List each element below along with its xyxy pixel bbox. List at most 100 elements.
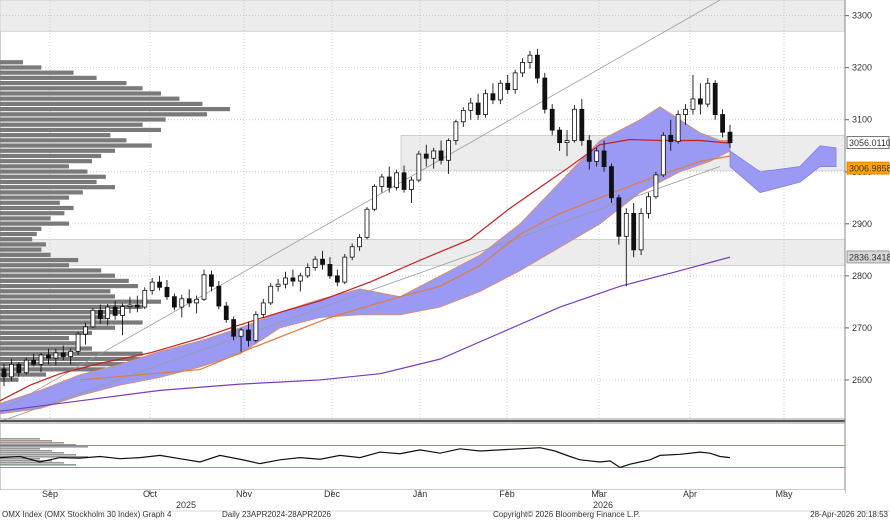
candle-body: [727, 131, 733, 144]
candle-body: [60, 352, 66, 357]
candle-body: [379, 176, 385, 187]
candle-body: [327, 264, 333, 277]
candle-body: [646, 196, 651, 214]
volume-profile-bar: [0, 257, 79, 263]
volume-profile-bar: [0, 122, 143, 127]
volume-profile-bar: [0, 80, 127, 86]
rsi-profile-bar: [0, 462, 64, 464]
candle-body: [157, 281, 162, 288]
y-tick-label: 3200: [852, 63, 872, 73]
volume-profile-bar: [0, 211, 65, 216]
candle-body: [579, 108, 585, 141]
candle-body: [349, 246, 355, 258]
candle-body: [616, 197, 622, 237]
candle-body: [720, 114, 725, 133]
candle-body: [468, 102, 474, 111]
shaded-zone: [0, 239, 846, 266]
time-axis: Sep Oct Nov Dec Jan Feb Mar Apr May 2025 2026: [0, 489, 890, 512]
candle-body: [334, 275, 340, 283]
candle-body: [142, 290, 148, 308]
volume-profile-bar: [0, 252, 51, 257]
volume-profile-bar: [0, 377, 19, 382]
volume-profile-bar: [0, 341, 79, 346]
rsi-profile-bar: [0, 458, 40, 460]
price-panel: [0, 0, 846, 422]
omx-chart: 10050047.8251 33003200310030002900280027…: [0, 0, 890, 519]
candle-body: [1, 368, 7, 378]
candle-body: [46, 354, 51, 359]
year-label: 2025: [176, 500, 196, 510]
candle-body: [120, 306, 125, 316]
candle-body: [520, 62, 525, 74]
candle-body: [164, 286, 170, 298]
y-tick-label: 2800: [852, 271, 872, 281]
rsi-profile-bar: [0, 452, 64, 454]
candle-body: [253, 313, 259, 341]
rsi-profile-bar: [0, 442, 64, 444]
y-axis: 330032003100300029002800270026003056.011…: [844, 0, 890, 493]
footer-timestamp: 28-Apr-2026 20:18:53: [810, 510, 888, 519]
volume-profile-bar: [0, 75, 97, 80]
candle-body: [542, 77, 548, 110]
volume-profile-bar: [0, 242, 46, 247]
month-label: Dec: [324, 489, 341, 499]
candle-body: [53, 352, 59, 359]
year-label: 2026: [593, 500, 613, 510]
volume-profile-bar: [0, 195, 69, 200]
candle-body: [83, 326, 88, 335]
candle-body: [134, 304, 140, 308]
volume-profile-bar: [0, 231, 37, 237]
volume-profile-bar: [0, 185, 115, 190]
candle-body: [564, 140, 570, 144]
rsi-profile-bar: [0, 448, 40, 450]
candle-body: [401, 172, 407, 190]
rsi-panel: 10050047.8251: [0, 420, 888, 491]
candle-body: [594, 150, 600, 162]
volume-profile-bar: [0, 107, 230, 112]
volume-profile-bar: [0, 263, 69, 268]
volume-profile-bar: [0, 226, 42, 231]
volume-profile-bar: [0, 133, 111, 138]
candle-body: [423, 153, 429, 159]
candle-body: [201, 274, 207, 300]
candle-body: [90, 309, 96, 328]
volume-profile-bar: [0, 169, 88, 174]
candle-body: [149, 281, 155, 291]
candle-body: [572, 108, 577, 141]
volume-profile-bar: [0, 289, 111, 294]
volume-profile-bar: [0, 268, 102, 273]
volume-profile-bar: [0, 148, 115, 153]
candle-body: [497, 82, 503, 101]
y-tick-label: 3300: [852, 11, 872, 21]
candle-body: [364, 208, 370, 238]
candle-body: [453, 121, 459, 141]
candle-body: [38, 354, 44, 365]
candle-body: [446, 140, 451, 161]
volume-profile-bar: [0, 216, 51, 221]
candle-body: [683, 108, 688, 115]
volume-profile-bar: [0, 153, 102, 159]
candle-body: [527, 54, 533, 63]
candle-body: [320, 258, 325, 265]
volume-profile-bar: [0, 294, 115, 299]
rsi-profile-bar: [0, 464, 76, 466]
month-label: Sep: [42, 489, 58, 499]
month-label: Apr: [683, 489, 697, 499]
candle-body: [431, 150, 437, 159]
candle-body: [490, 93, 496, 101]
candle-body: [623, 213, 629, 237]
volume-profile-bar: [0, 247, 42, 252]
y-axis-bg: [845, 0, 890, 493]
volume-profile-bar: [0, 112, 207, 117]
volume-profile-bar: [0, 237, 33, 242]
candle-body: [409, 179, 414, 190]
candle-body: [283, 277, 288, 285]
volume-profile-bar: [0, 91, 161, 96]
volume-profile-bar: [0, 138, 127, 143]
candle-body: [127, 304, 133, 307]
volume-profile-bar: [0, 283, 138, 289]
candle-body: [186, 298, 192, 304]
candle-body: [712, 82, 718, 115]
candle-body: [483, 93, 488, 115]
candle-body: [438, 150, 444, 161]
